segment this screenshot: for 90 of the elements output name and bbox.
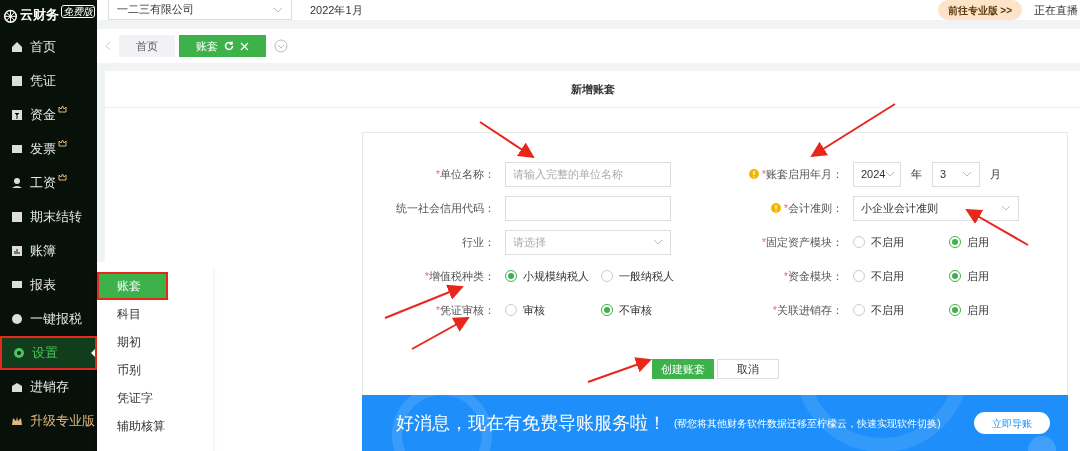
field-label: *凭证审核： <box>435 302 495 318</box>
field-label: *关联进销存： <box>772 302 843 318</box>
radio-unchecked[interactable] <box>853 236 865 248</box>
select-field[interactable]: 小企业会计准则 <box>853 195 1019 221</box>
annotation-arrow <box>965 209 1029 246</box>
sidebar-item[interactable]: 发票 <box>0 132 97 166</box>
sidebar-item[interactable]: 报表 <box>0 268 97 302</box>
sidebar-item[interactable]: 进销存 <box>0 370 97 404</box>
sidebar-item[interactable]: 账簿 <box>0 234 97 268</box>
menu-icon <box>10 74 24 88</box>
banner-headline: 好消息，现在有免费导账服务啦！ <box>396 411 666 435</box>
radio-checked[interactable] <box>949 270 961 282</box>
field-label: *固定资产模块： <box>761 234 843 250</box>
menu-icon <box>10 176 24 190</box>
radio-unchecked[interactable] <box>853 270 865 282</box>
close-icon[interactable] <box>240 41 249 51</box>
radio-unchecked[interactable] <box>505 304 517 316</box>
year-select[interactable]: 2024 <box>853 161 901 187</box>
chevron-down-icon <box>885 171 896 177</box>
sidebar-item[interactable]: 工资 <box>0 166 97 200</box>
input-field[interactable] <box>505 195 671 221</box>
annotation-arrow <box>411 317 470 350</box>
menu-icon <box>10 380 24 394</box>
field-label: *增值税种类： <box>424 268 495 284</box>
chevron-down-icon <box>653 239 663 245</box>
annotation-arrow <box>587 357 652 383</box>
sidebar-item[interactable]: 期末结转 <box>0 200 97 234</box>
cancel-button[interactable]: 取消 <box>716 359 779 379</box>
radio-label[interactable]: 小规模纳税人 <box>523 267 589 285</box>
field-label: *会计准则： <box>783 200 843 216</box>
menu-icon <box>12 346 26 360</box>
refresh-icon[interactable] <box>224 41 234 51</box>
menu-icon <box>10 210 24 224</box>
submenu-item[interactable]: 辅助核算 <box>97 412 213 440</box>
radio-label[interactable]: 不审核 <box>619 301 652 319</box>
radio-checked[interactable] <box>949 236 961 248</box>
sidebar-item[interactable]: 凭证 <box>0 64 97 98</box>
submenu-item[interactable]: 期初 <box>97 328 213 356</box>
submenu-item[interactable]: 凭证字 <box>97 384 213 412</box>
radio-label[interactable]: 启用 <box>967 233 989 251</box>
company-select[interactable]: 一二三有限公司 <box>108 0 292 20</box>
field-label: 统一社会信用代码： <box>396 200 495 216</box>
chevron-down-icon <box>962 171 972 177</box>
radio-unchecked[interactable] <box>853 304 865 316</box>
radio-label[interactable]: 不启用 <box>871 233 904 251</box>
sidebar-item[interactable]: 设置 <box>0 336 97 370</box>
field-label: *账套启用年月： <box>761 166 843 182</box>
logo-icon <box>3 7 18 23</box>
live-link[interactable]: 正在直播 <box>1034 1 1078 19</box>
menu-icon <box>10 108 24 122</box>
dialog-title: 新增账套 <box>105 71 1080 108</box>
chevron-left-icon[interactable] <box>105 41 111 51</box>
field-label: *资金模块： <box>783 268 843 284</box>
menu-icon <box>10 40 24 54</box>
sidebar-item[interactable]: 一键报税 <box>0 302 97 336</box>
import-button[interactable]: 立即导账 <box>974 412 1050 434</box>
field-label: 行业： <box>462 234 495 250</box>
radio-label[interactable]: 一般纳税人 <box>619 267 674 285</box>
field-label: *单位名称： <box>435 166 495 182</box>
year-unit: 年 <box>911 166 922 182</box>
menu-icon <box>10 312 24 326</box>
annotation-arrow <box>479 121 535 159</box>
radio-unchecked[interactable] <box>601 270 613 282</box>
radio-label[interactable]: 启用 <box>967 267 989 285</box>
sidebar-item[interactable]: 首页 <box>0 30 97 64</box>
radio-label[interactable]: 不启用 <box>871 267 904 285</box>
submenu-item[interactable]: 科目 <box>97 300 213 328</box>
month-select[interactable]: 3 <box>932 161 980 187</box>
upgrade-button[interactable]: 前往专业版 >> <box>937 0 1022 20</box>
menu-icon <box>10 142 24 156</box>
input-field[interactable]: 请输入完整的单位名称 <box>505 161 671 187</box>
chevron-down-icon <box>1001 205 1011 211</box>
month-unit: 月 <box>990 166 1001 182</box>
radio-checked[interactable] <box>949 304 961 316</box>
radio-checked[interactable] <box>601 304 613 316</box>
chevron-circle-icon[interactable] <box>274 39 288 53</box>
period-label: 2022年1月 <box>310 2 363 18</box>
submenu-item[interactable]: 币别 <box>97 356 213 384</box>
tab[interactable]: 首页 <box>119 35 175 57</box>
chevron-down-icon <box>273 6 283 13</box>
radio-label[interactable]: 不启用 <box>871 301 904 319</box>
radio-checked[interactable] <box>505 270 517 282</box>
radio-label[interactable]: 审核 <box>523 301 545 319</box>
sidebar-item[interactable]: 资金 <box>0 98 97 132</box>
edition-badge: 免费版 <box>61 4 95 18</box>
sidebar-item[interactable]: 升级专业版 <box>0 404 97 438</box>
menu-icon <box>10 244 24 258</box>
logo-text: 云财务 <box>20 6 59 25</box>
banner-note: (帮您将其他财务软件数据迁移至柠檬云，快速实现软件切换) <box>674 416 941 431</box>
radio-label[interactable]: 启用 <box>967 301 989 319</box>
